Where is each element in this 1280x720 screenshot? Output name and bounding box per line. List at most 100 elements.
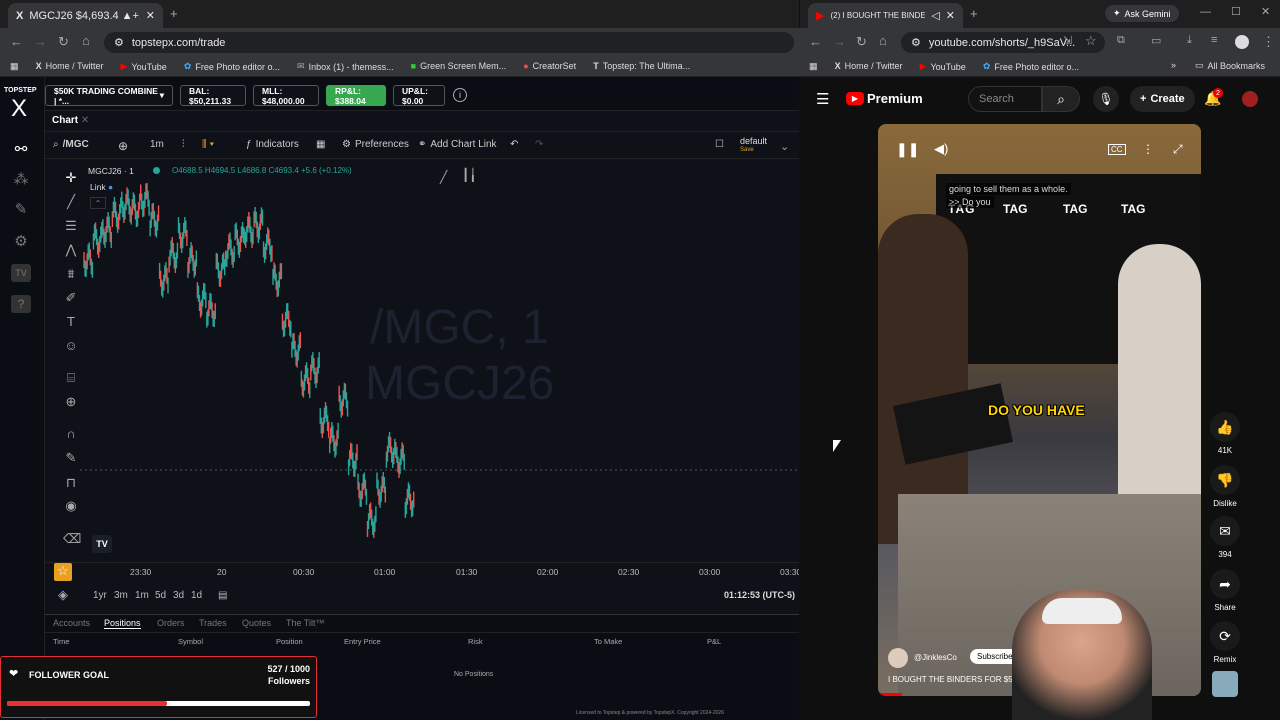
preferences-button[interactable]: ⚙ Preferences (342, 139, 409, 150)
layout-chevron-icon[interactable]: ⌄ (780, 140, 789, 153)
site-info-icon[interactable]: ⚙ (911, 36, 921, 49)
captions-icon[interactable]: CC (1108, 144, 1126, 155)
expand-icon[interactable]: ⤢ (1173, 142, 1183, 157)
price-chart[interactable] (80, 160, 799, 560)
emoji-icon[interactable]: ☺ (63, 338, 79, 354)
reload-icon[interactable]: ↻ (856, 34, 867, 50)
zoom-icon[interactable]: ⊕ (63, 394, 79, 410)
lock-drawing-icon[interactable]: ✎ (63, 450, 79, 466)
media-icon[interactable]: ≡ (1211, 34, 1217, 46)
col-pnl[interactable]: P&L (707, 637, 721, 646)
forward-icon[interactable]: → (833, 34, 846, 49)
channel-avatar[interactable] (888, 648, 908, 668)
bookmark-youtube[interactable]: ▶ YouTube (121, 61, 167, 72)
video-progress-bar[interactable] (878, 693, 902, 696)
tab-positions[interactable]: Positions (104, 618, 141, 629)
eye-icon[interactable]: ◉ (63, 498, 79, 514)
video-title[interactable]: I BOUGHT THE BINDERS FOR $50K (888, 675, 1022, 684)
date-range-icon[interactable]: ▤ (218, 590, 227, 601)
col-to-make[interactable]: To Make (594, 637, 622, 646)
symbol-search[interactable]: ⌕/MGC (53, 139, 89, 150)
timeframe-1m[interactable]: 1m (135, 590, 149, 601)
browser-tab-topstep[interactable]: X MGCJ26 $4,693.4 ▲+1.90% ✕ (8, 3, 163, 28)
tab-quotes[interactable]: Quotes (242, 618, 271, 628)
account-selector[interactable]: $50K TRADING COMBINE | *... ▾ (45, 85, 173, 106)
cast-icon[interactable]: ▭ (1151, 34, 1161, 47)
download-icon[interactable]: ⤓ (1187, 34, 1192, 47)
tab-accounts[interactable]: Accounts (53, 618, 90, 628)
share-button[interactable]: ➦ Share (1210, 569, 1240, 612)
search-input[interactable]: Search (968, 86, 1042, 112)
chart-type-icon[interactable]: ⫶ (182, 139, 185, 150)
new-tab-icon[interactable]: + (970, 6, 978, 21)
settings-nav-icon[interactable]: ⚙ (10, 232, 32, 250)
install-icon[interactable]: ⇲ (1063, 34, 1072, 47)
timeframe-3m[interactable]: 3m (114, 590, 128, 601)
add-chart-link-button[interactable]: ⚭ Add Chart Link (418, 139, 497, 150)
tradingview-nav-icon[interactable]: TV (11, 264, 31, 282)
search-icon[interactable]: ⌕ (1042, 86, 1080, 112)
col-position[interactable]: Position (276, 637, 303, 646)
layers-icon[interactable]: ◈ (55, 587, 71, 603)
create-button[interactable]: + Create (1130, 86, 1195, 112)
col-time[interactable]: Time (53, 637, 69, 646)
pause-icon[interactable]: ❚❚ (896, 141, 919, 158)
apps-icon[interactable]: ▦ (809, 61, 818, 72)
bookmark-green-screen[interactable]: ■ Green Screen Mem... (411, 61, 506, 71)
dislike-button[interactable]: 👎 Dislike (1210, 465, 1240, 508)
forward-icon[interactable]: → (34, 34, 47, 49)
close-tab-icon[interactable]: ✕ (946, 9, 955, 22)
bookmark-twitter[interactable]: X Home / Twitter (835, 61, 903, 71)
site-info-icon[interactable]: ⚙ (114, 36, 124, 49)
projection-icon[interactable]: ⩩ (63, 266, 79, 282)
close-tab-icon[interactable]: ✕ (146, 9, 155, 22)
fib-icon[interactable]: ☰ (63, 218, 79, 234)
like-button[interactable]: 👍 41K (1210, 412, 1240, 455)
right-omnibox[interactable]: ⚙ youtube.com/shorts/_h9SaV... (901, 32, 1105, 53)
trendline-icon[interactable]: ╱ (63, 194, 79, 210)
col-risk[interactable]: Risk (468, 637, 483, 646)
back-icon[interactable]: ← (809, 34, 822, 49)
tab-chart[interactable]: Chart ✕ (52, 115, 89, 126)
tab-tilt[interactable]: The Tilt™ (286, 618, 325, 628)
home-icon[interactable]: ⌂ (82, 33, 90, 48)
extensions-icon[interactable]: ⧉ (1117, 34, 1125, 47)
bookmark-star-icon[interactable]: ☆ (1085, 33, 1097, 49)
col-symbol[interactable]: Symbol (178, 637, 203, 646)
home-icon[interactable]: ⌂ (879, 33, 887, 48)
youtube-logo[interactable]: ▶ Premium (846, 91, 923, 106)
profile-avatar[interactable] (1235, 35, 1249, 49)
new-tab-icon[interactable]: + (170, 6, 178, 21)
hamburger-menu-icon[interactable]: ☰ (816, 90, 829, 108)
menu-kebab-icon[interactable]: ⋮ (1262, 34, 1275, 50)
left-omnibox[interactable]: ⚙ topstepx.com/trade (104, 32, 794, 53)
chart-nav-icon[interactable]: ⚯ (10, 140, 32, 158)
lock-icon[interactable]: ⊓ (63, 475, 79, 491)
more-bookmarks-icon[interactable]: » (1171, 60, 1176, 70)
compare-icon[interactable]: ⊕ (118, 139, 128, 153)
browser-tab-youtube[interactable]: ▶ (2) I BOUGHT THE BINDERS ◁ ✕ (808, 3, 963, 28)
account-avatar[interactable] (1242, 91, 1258, 107)
trash-icon[interactable]: ⌫ (63, 531, 81, 547)
maximize-icon[interactable]: ☐ (1231, 5, 1241, 18)
tab-trades[interactable]: Trades (199, 618, 227, 628)
apps-icon[interactable]: ▦ (10, 61, 19, 72)
brush-icon[interactable]: ✐ (63, 290, 79, 306)
mute-tab-icon[interactable]: ◁ (931, 9, 939, 22)
bookmark-creatorset[interactable]: ● CreatorSet (523, 61, 576, 71)
indicators-button[interactable]: ƒ Indicators (246, 139, 299, 150)
star-icon[interactable]: ☆ (54, 563, 72, 581)
text-icon[interactable]: T (63, 314, 79, 330)
interval-button[interactable]: 1m (150, 139, 164, 150)
minimize-icon[interactable]: — (1200, 6, 1211, 18)
candles-icon[interactable]: ⫼ ▾ (202, 139, 214, 150)
timeframe-1d[interactable]: 1d (191, 590, 202, 601)
bookmark-topstep[interactable]: T Topstep: The Ultima... (593, 61, 690, 71)
back-icon[interactable]: ← (10, 34, 23, 49)
crosshair-icon[interactable]: ✛ (63, 170, 79, 186)
help-nav-icon[interactable]: ? (11, 295, 31, 313)
tradingview-logo[interactable]: TV (92, 535, 112, 553)
bookmark-inbox[interactable]: ✉ Inbox (1) - themess... (297, 61, 394, 72)
volume-icon[interactable]: ◀) (934, 141, 948, 157)
fullscreen-icon[interactable]: ☐ (715, 139, 724, 150)
